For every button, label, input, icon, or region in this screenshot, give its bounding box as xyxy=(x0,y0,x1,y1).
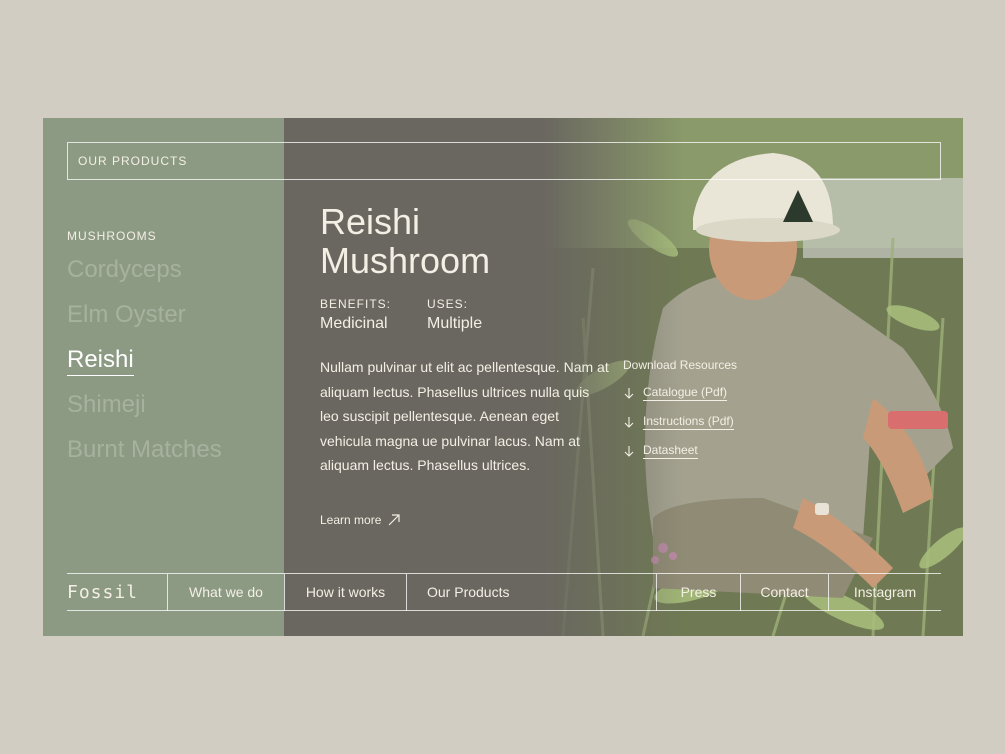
arrow-down-icon xyxy=(624,387,634,399)
nav-what-we-do[interactable]: What we do xyxy=(167,574,284,611)
top-bar: OUR PRODUCTS xyxy=(67,142,941,180)
brand-logo[interactable]: Fossil xyxy=(67,582,138,603)
arrow-down-icon xyxy=(624,416,634,428)
downloads-heading: Download Resources xyxy=(623,358,738,372)
nav-press[interactable]: Press xyxy=(656,574,740,611)
product-label: Reishi xyxy=(67,346,134,376)
product-item-shimeji[interactable]: Shimeji xyxy=(67,390,222,435)
product-item-cordyceps[interactable]: Cordyceps xyxy=(67,255,222,300)
learn-more-label: Learn more xyxy=(320,513,382,527)
benefits-label: BENEFITS: xyxy=(320,297,392,311)
product-label: Elm Oyster xyxy=(67,301,186,328)
benefits-value: Medicinal xyxy=(320,315,388,332)
product-label: Shimeji xyxy=(67,391,146,418)
product-item-reishi[interactable]: Reishi xyxy=(67,345,222,390)
hero-card: OUR PRODUCTS MUSHROOMS Cordyceps Elm Oys… xyxy=(43,118,963,636)
download-label: Datasheet xyxy=(643,442,698,459)
uses-block: USES: Multiple xyxy=(427,297,482,333)
download-instructions[interactable]: Instructions (Pdf) xyxy=(623,407,737,436)
arrow-up-right-icon xyxy=(388,514,400,526)
nav-contact[interactable]: Contact xyxy=(740,574,828,611)
uses-label: USES: xyxy=(427,297,469,311)
product-label: Cordyceps xyxy=(67,256,182,283)
product-list: Cordyceps Elm Oyster Reishi Shimeji Burn… xyxy=(67,255,222,480)
product-item-burnt-matches[interactable]: Burnt Matches xyxy=(67,435,222,480)
arrow-down-icon xyxy=(624,445,634,457)
product-item-elm-oyster[interactable]: Elm Oyster xyxy=(67,300,222,345)
nav-how-it-works[interactable]: How it works xyxy=(284,574,406,611)
footer-nav: Fossil What we do How it works Our Produ… xyxy=(67,573,941,611)
download-catalogue[interactable]: Catalogue (Pdf) xyxy=(623,378,737,407)
category-label: MUSHROOMS xyxy=(67,229,157,243)
download-datasheet[interactable]: Datasheet xyxy=(623,436,737,465)
download-label: Instructions (Pdf) xyxy=(643,413,734,430)
nav-our-products[interactable]: Our Products xyxy=(406,574,656,611)
product-label: Burnt Matches xyxy=(67,436,222,463)
product-title: Reishi Mushroom xyxy=(320,201,491,281)
uses-value: Multiple xyxy=(427,315,483,332)
download-label: Catalogue (Pdf) xyxy=(643,384,728,401)
learn-more-link[interactable]: Learn more xyxy=(320,513,401,527)
benefits-block: BENEFITS: Medicinal xyxy=(320,297,391,333)
download-resources: Download Resources Catalogue (Pdf) Instr… xyxy=(623,358,737,465)
product-description: Nullam pulvinar ut elit ac pellentesque.… xyxy=(320,359,609,473)
nav-instagram[interactable]: Instagram xyxy=(828,574,941,611)
section-title: OUR PRODUCTS xyxy=(78,154,188,168)
